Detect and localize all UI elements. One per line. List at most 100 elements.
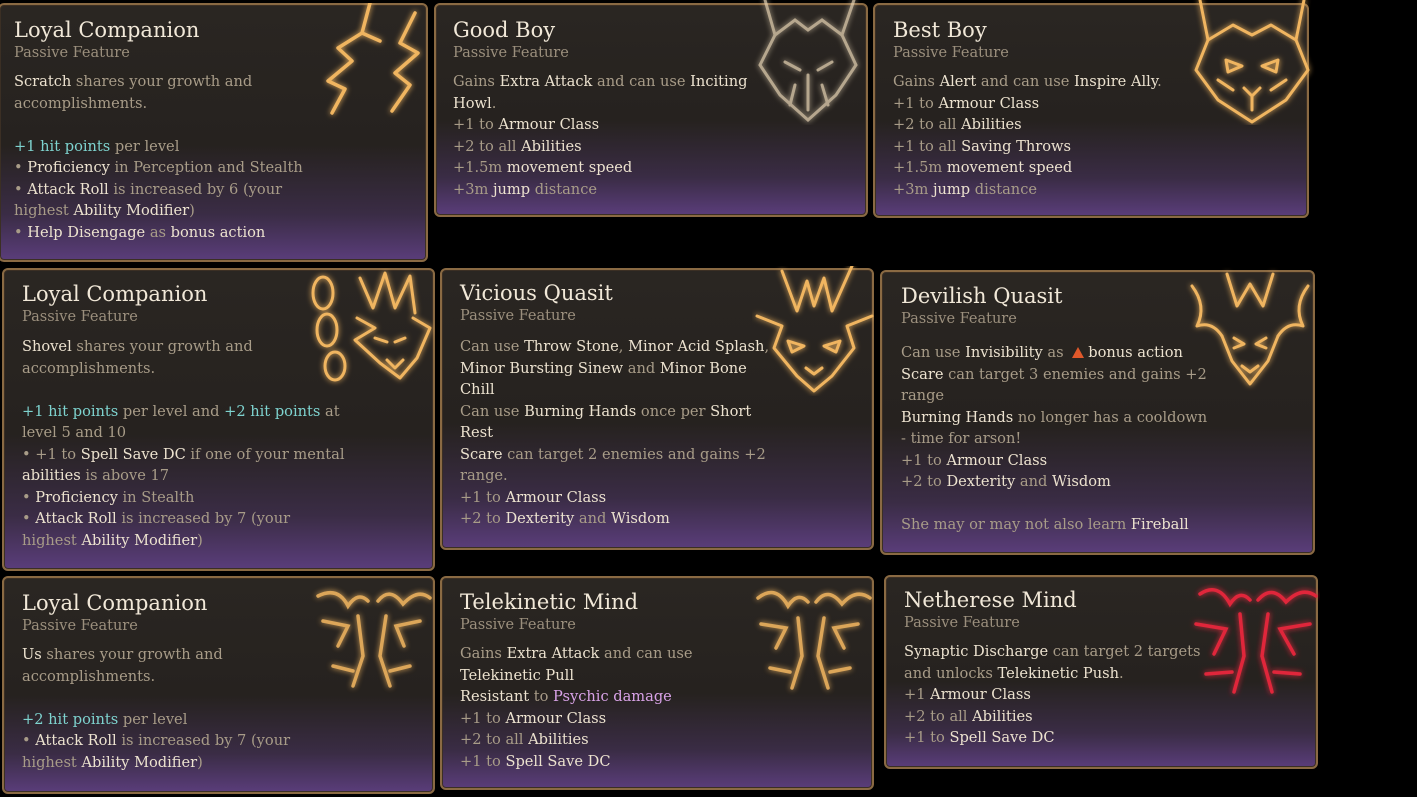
description-line: +2 hit points per level [22, 709, 290, 731]
text-run: +1 to [904, 729, 950, 746]
keyword: Inciting [690, 73, 748, 90]
card-description: Gains Alert and can use Inspire Ally. +1 … [893, 71, 1162, 200]
text-run: +1.5m [893, 159, 947, 176]
description-line: +2 to all Abilities [904, 706, 1201, 728]
description-line: +3m jump distance [893, 179, 1162, 201]
description-line: Gains Alert and can use Inspire Ally. [893, 71, 1162, 93]
text-run: +2 to all [893, 116, 962, 133]
keyword: Abilities [961, 116, 1022, 133]
description-line: accomplishments. [22, 358, 345, 380]
description-line: range [901, 385, 1207, 407]
text-run: +1 to [901, 451, 947, 469]
description-line: • Attack Roll is increased by 7 (your [22, 508, 345, 530]
keyword: Armour Class [930, 686, 1031, 703]
card-title: Loyal Companion [22, 282, 208, 306]
text-run: in Perception and Stealth [109, 159, 303, 176]
text-run: shares your growth and [71, 73, 253, 90]
feature-card: Loyal Companion Passive Feature Us share… [2, 576, 435, 794]
keyword: Help Disengage [27, 223, 146, 241]
keyword: Invisibility [965, 344, 1043, 361]
text-run: is increased by 7 (your [116, 732, 291, 749]
description-line [22, 379, 345, 401]
text-run: +1 [904, 686, 931, 703]
description-line: • Help Disengage as bonus action [14, 222, 303, 244]
keyword: Abilities [528, 731, 589, 748]
description-line: +1 to Armour Class [460, 708, 693, 730]
keyword: Chill [460, 381, 495, 398]
description-line: • Attack Roll is increased by 7 (your [22, 730, 290, 752]
text-run: distance [530, 180, 598, 198]
card-subtitle: Passive Feature [893, 45, 1009, 61]
keyword: Dexterity [946, 473, 1016, 490]
text-run: range. [460, 467, 508, 484]
text-run: • [14, 223, 28, 241]
description-line: +2 to all Abilities [460, 729, 693, 751]
description-line: +1 to Armour Class [460, 487, 769, 509]
text-run: can target 2 targets [1048, 643, 1201, 660]
description-line: • Attack Roll is increased by 6 (your [14, 179, 303, 201]
card-title: Loyal Companion [14, 18, 200, 42]
keyword: Ability Modifier [81, 531, 198, 549]
keyword: Scare [901, 365, 944, 383]
feature-card: Best Boy Passive Feature Gains Alert and… [873, 3, 1309, 218]
description-line: Gains Extra Attack and can use Inciting [453, 71, 747, 93]
hit-points-text: +1 hit points [22, 402, 119, 420]
feature-card: Netherese Mind Passive Feature Synaptic … [884, 575, 1318, 769]
keyword: Howl [453, 94, 492, 112]
text-run: +3m [453, 180, 493, 198]
text-run: as [1042, 344, 1069, 361]
keyword: Inspire Ally [1074, 73, 1158, 90]
description-line: Synaptic Discharge can target 2 targets [904, 641, 1201, 663]
hit-points-text: +2 hit points [22, 710, 119, 728]
description-line: Shovel shares your growth and [22, 336, 345, 358]
text-run: Gains [460, 645, 507, 662]
keyword: Fireball [1130, 516, 1189, 533]
text-run: can target 3 enemies and gains +2 [943, 365, 1207, 383]
fire-icon [1072, 347, 1085, 358]
keyword: jump [933, 180, 971, 198]
keyword: Scratch [14, 73, 72, 90]
keyword: Shovel [22, 338, 72, 355]
card-description: Gains Extra Attack and can use Telekineti… [460, 643, 693, 772]
card-description: Shovel shares your growth and accomplishm… [22, 336, 345, 551]
keyword: Proficiency [27, 159, 110, 176]
keyword: Spell Save DC [505, 752, 611, 770]
description-line: highest Ability Modifier) [22, 530, 345, 552]
text-run: ) [197, 531, 203, 549]
description-line: Scratch shares your growth and [14, 71, 303, 93]
card-title: Vicious Quasit [460, 281, 613, 305]
text-run: She may or may not also learn [901, 516, 1131, 533]
feature-card: Vicious Quasit Passive Feature Can use T… [440, 268, 874, 550]
description-line: range. [460, 465, 769, 487]
description-line: +1 to Armour Class [453, 114, 747, 136]
description-line: accomplishments. [14, 93, 303, 115]
text-run: . [1119, 664, 1124, 682]
text-run: +2 to [901, 473, 947, 490]
text-run: highest [22, 753, 82, 771]
text-run: • +1 to [22, 445, 81, 463]
card-title: Loyal Companion [22, 591, 208, 615]
feature-card: Loyal Companion Passive Feature Shovel s… [2, 268, 435, 571]
keyword: Extra Attack [506, 645, 600, 662]
text-run: • [22, 510, 36, 527]
keyword: Armour Class [498, 116, 600, 133]
keyword: Armour Class [946, 451, 1048, 469]
text-run: no longer has a cooldown [1013, 408, 1208, 426]
description-line: Scare can target 3 enemies and gains +2 [901, 364, 1207, 386]
keyword: bonus action [1088, 344, 1183, 361]
description-line: highest Ability Modifier) [22, 752, 290, 774]
hit-points-text: +2 hit points [224, 402, 321, 420]
keyword: Armour Class [505, 488, 607, 506]
card-subtitle: Passive Feature [22, 309, 138, 325]
description-line: Minor Bursting Sinew and Minor Bone [460, 358, 769, 380]
description-line: Resistant to Psychic damage [460, 686, 693, 708]
card-subtitle: Passive Feature [460, 308, 576, 324]
text-run: +1 to all [893, 137, 962, 155]
text-run: • [22, 488, 36, 506]
description-line: Gains Extra Attack and can use [460, 643, 693, 665]
text-run: ) [189, 202, 195, 219]
text-run: +1.5m [453, 159, 507, 176]
keyword: Armour Class [505, 709, 607, 727]
keyword: Resistant [460, 688, 530, 705]
text-run: Can use [901, 344, 966, 361]
